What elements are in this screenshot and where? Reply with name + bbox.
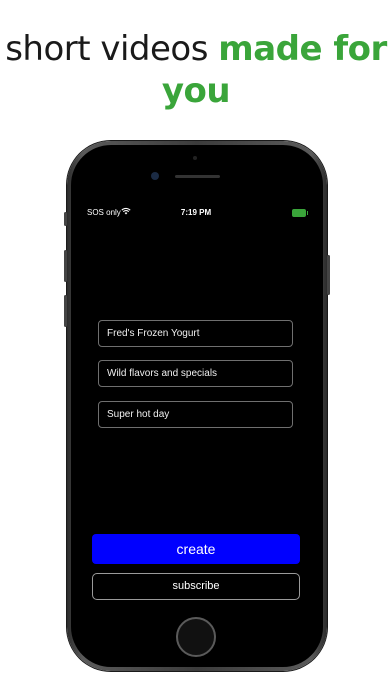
home-button[interactable]	[176, 617, 216, 657]
power-button	[327, 255, 330, 295]
detail-field[interactable]: Super hot day	[98, 401, 293, 428]
status-bar: SOS only 7:19 PM	[80, 203, 312, 221]
subscribe-button[interactable]: subscribe	[92, 573, 300, 600]
status-time: 7:19 PM	[180, 208, 212, 217]
volume-up-button	[64, 250, 67, 282]
battery-charging-icon	[292, 209, 308, 217]
create-button[interactable]: create	[92, 534, 300, 564]
front-camera-icon	[151, 172, 159, 180]
mute-switch	[64, 212, 67, 226]
volume-down-button	[64, 295, 67, 327]
marketing-headline: short videos made for you	[0, 28, 392, 112]
earpiece-speaker	[175, 175, 220, 178]
proximity-sensor	[193, 156, 197, 160]
business-name-field[interactable]: Fred's Frozen Yogurt	[98, 320, 293, 347]
app-screen: SOS only 7:19 PM Fred's Frozen Yogurt Wi…	[80, 203, 312, 610]
tagline-field[interactable]: Wild flavors and specials	[98, 360, 293, 387]
headline-plain: short videos	[5, 29, 219, 69]
